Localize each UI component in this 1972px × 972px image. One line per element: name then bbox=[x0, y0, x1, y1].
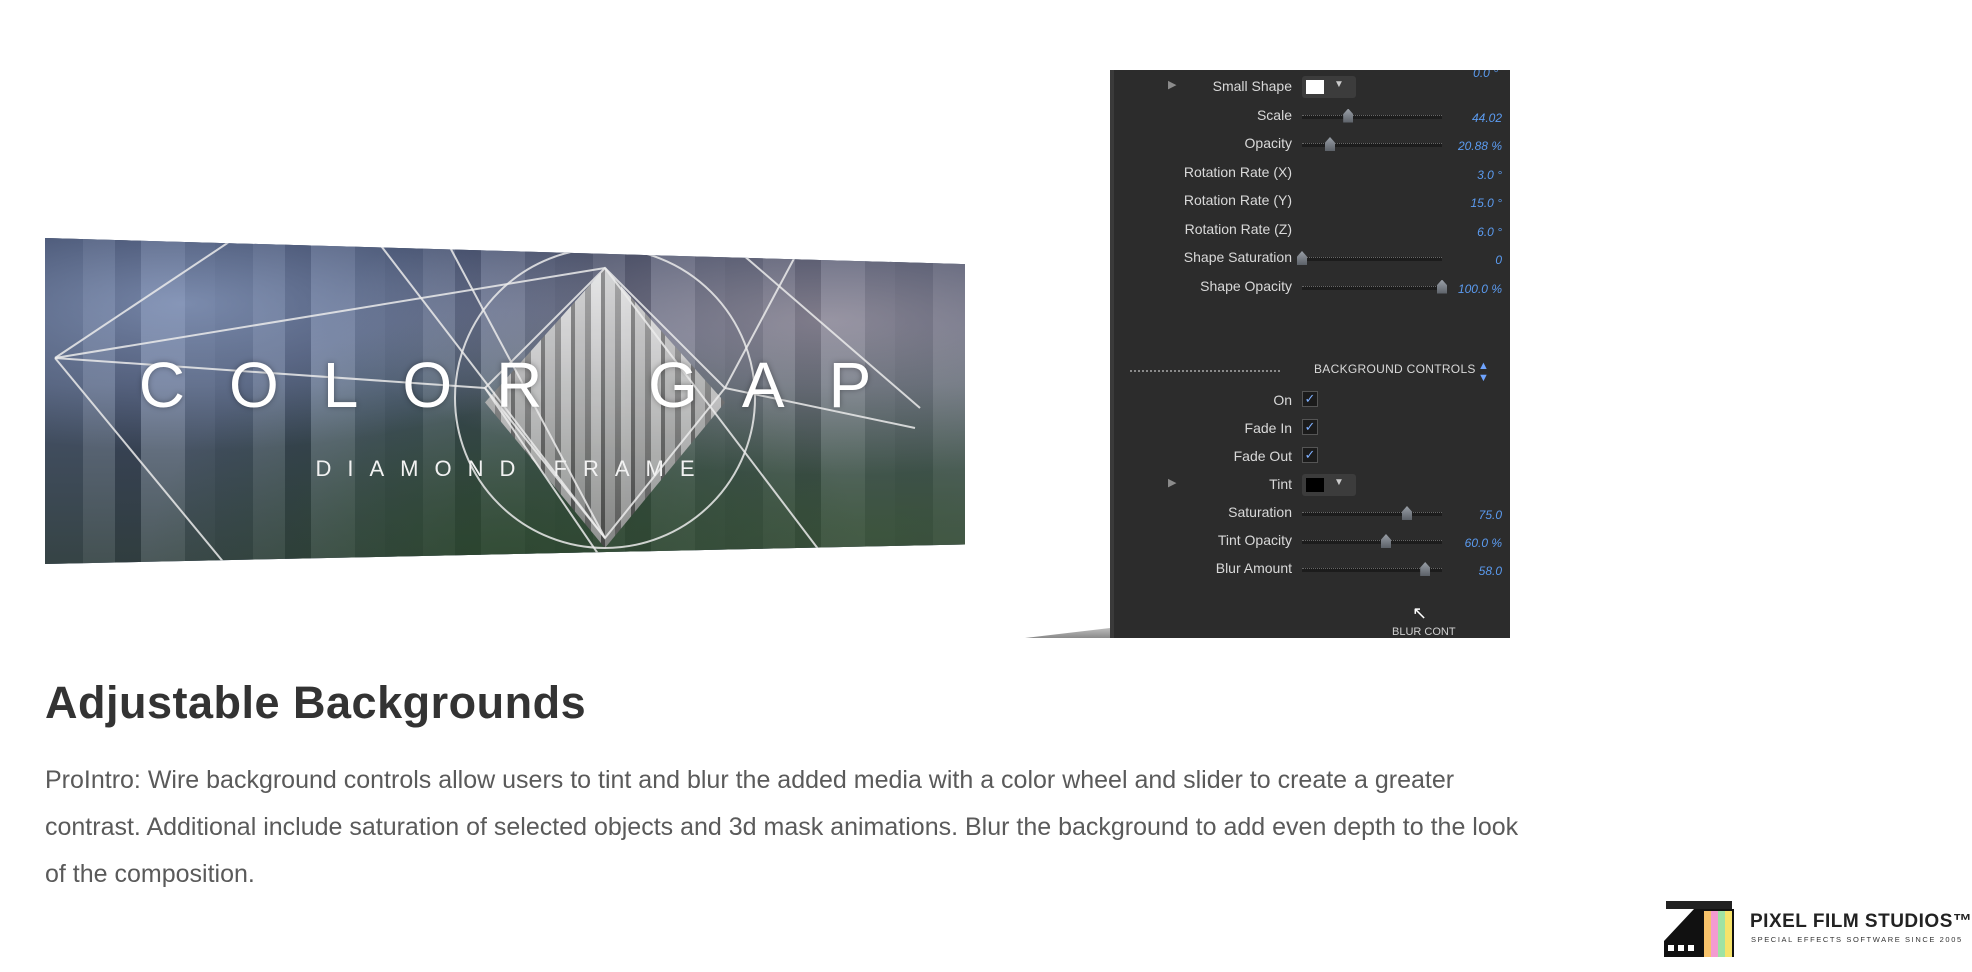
control-row-saturation: Saturation 75.0 bbox=[1114, 500, 1510, 526]
slider-thumb[interactable] bbox=[1325, 137, 1335, 151]
section-description: ProIntro: Wire background controls allow… bbox=[45, 766, 1519, 888]
control-row-shape-opacity: Shape Opacity 100.0 % bbox=[1114, 274, 1510, 300]
preview-title: COLOR GAP bbox=[138, 349, 916, 421]
opacity-slider[interactable] bbox=[1302, 137, 1442, 151]
panel-shadow bbox=[1025, 628, 1110, 638]
section-title: BACKGROUND CONTROLS bbox=[1314, 362, 1476, 376]
scale-value[interactable]: 44.02 bbox=[1472, 111, 1502, 125]
tint-color-well[interactable]: ▼ bbox=[1302, 474, 1356, 496]
control-label: Rotation Rate (Z) bbox=[1184, 220, 1292, 237]
control-row-fade-in: Fade In ✓ bbox=[1114, 416, 1510, 442]
control-label: Fade In bbox=[1244, 420, 1292, 436]
slider-thumb[interactable] bbox=[1343, 108, 1354, 123]
section-divider bbox=[1130, 370, 1280, 372]
control-row-on: On ✓ bbox=[1114, 388, 1510, 414]
opacity-value[interactable]: 20.88 % bbox=[1458, 139, 1502, 153]
tint-opacity-slider[interactable] bbox=[1302, 534, 1442, 548]
control-row-scale: Scale 44.02 bbox=[1114, 103, 1510, 129]
slider-thumb[interactable] bbox=[1297, 251, 1307, 265]
preview-subtitle: DIAMOND FRAME bbox=[315, 456, 711, 481]
control-label: Rotation Rate (X) bbox=[1183, 163, 1292, 180]
clapperboard-icon bbox=[1664, 901, 1734, 957]
control-label: Scale bbox=[1256, 106, 1292, 123]
inspector-panel: 0.0 ° Small Shape ▶ ▼ Scale 44.02 Opacity 20.8… bbox=[1110, 70, 1510, 638]
control-label: Tint Opacity bbox=[1217, 532, 1292, 548]
slider-thumb[interactable] bbox=[1437, 279, 1447, 294]
control-label: Tint bbox=[1269, 476, 1292, 492]
scale-slider[interactable] bbox=[1302, 108, 1442, 123]
mouse-pointer-icon: ↖ bbox=[1412, 603, 1428, 623]
on-checkbox[interactable]: ✓ bbox=[1302, 391, 1318, 407]
shape-opacity-slider[interactable] bbox=[1302, 279, 1447, 294]
shape-opacity-value[interactable]: 100.0 % bbox=[1458, 282, 1502, 296]
chevron-down-icon[interactable]: ▼ bbox=[1334, 79, 1344, 90]
disclosure-triangle-icon[interactable]: ▶ bbox=[1168, 476, 1176, 489]
fade-out-checkbox[interactable]: ✓ bbox=[1302, 447, 1318, 463]
small-shape-color-well[interactable]: ▼ bbox=[1302, 76, 1356, 98]
preview-image: COLOR GAP DIAMOND FRAME bbox=[45, 238, 965, 564]
control-row-tint: Tint ▶ ▼ bbox=[1114, 472, 1510, 498]
tint-opacity-value[interactable]: 60.0 % bbox=[1465, 536, 1502, 550]
logo-tagline: SPECIAL EFFECTS SOFTWARE SINCE 2005 bbox=[1751, 935, 1963, 944]
control-row-shape-saturation: Shape Saturation 0 bbox=[1114, 245, 1510, 271]
rotation-rate-y-value[interactable]: 15.0 ° bbox=[1471, 196, 1503, 210]
logo-name: PIXEL FILM STUDIOS™ bbox=[1750, 911, 1972, 932]
saturation-slider[interactable] bbox=[1302, 506, 1442, 520]
control-label: On bbox=[1273, 392, 1292, 408]
control-label: Saturation bbox=[1228, 504, 1292, 520]
control-row-tint-opacity: Tint Opacity 60.0 % bbox=[1114, 528, 1510, 554]
disclosure-triangle-icon[interactable]: ▶ bbox=[1168, 78, 1176, 91]
up-down-arrows-icon[interactable]: ▲ ▼ bbox=[1478, 360, 1489, 384]
slider-thumb[interactable] bbox=[1420, 562, 1431, 576]
slider-thumb[interactable] bbox=[1381, 534, 1391, 548]
shape-saturation-slider[interactable] bbox=[1297, 251, 1442, 265]
color-swatch bbox=[1306, 478, 1324, 492]
section-heading: Adjustable Backgrounds bbox=[45, 677, 587, 728]
control-label: Fade Out bbox=[1233, 448, 1292, 464]
fade-in-checkbox[interactable]: ✓ bbox=[1302, 419, 1318, 435]
control-row-opacity: Opacity 20.88 % bbox=[1114, 131, 1510, 157]
control-label: Small Shape bbox=[1212, 78, 1292, 94]
control-row-small-shape: Small Shape ▶ ▼ bbox=[1114, 74, 1510, 100]
rotation-rate-z-value[interactable]: 6.0 ° bbox=[1477, 225, 1502, 239]
control-row-blur-amount: Blur Amount 58.0 bbox=[1114, 556, 1510, 582]
control-row-fade-out: Fade Out ✓ bbox=[1114, 444, 1510, 470]
shape-saturation-value[interactable]: 0 bbox=[1495, 253, 1502, 267]
background-controls-header[interactable]: BACKGROUND CONTROLS ▲ ▼ bbox=[1130, 360, 1500, 384]
control-label: Shape Opacity bbox=[1200, 277, 1292, 294]
blur-amount-slider[interactable] bbox=[1302, 562, 1442, 576]
control-row-rotation-rate-y: Rotation Rate (Y) 15.0 ° bbox=[1114, 188, 1510, 214]
cut-off-section-title: BLUR CONT bbox=[1392, 626, 1456, 638]
rotation-rate-x-value[interactable]: 3.0 ° bbox=[1477, 168, 1502, 182]
saturation-value[interactable]: 75.0 bbox=[1479, 508, 1502, 522]
pixel-film-studios-logo[interactable]: PIXEL FILM STUDIOS™ SPECIAL EFFECTS SOFT… bbox=[1664, 901, 1972, 957]
blur-amount-value[interactable]: 58.0 bbox=[1479, 564, 1502, 578]
control-label: Shape Saturation bbox=[1183, 249, 1292, 265]
control-label: Blur Amount bbox=[1215, 560, 1292, 576]
color-swatch bbox=[1306, 80, 1324, 94]
control-label: Opacity bbox=[1244, 135, 1292, 151]
slider-thumb[interactable] bbox=[1402, 506, 1412, 520]
control-row-rotation-rate-x: Rotation Rate (X) 3.0 ° bbox=[1114, 160, 1510, 186]
chevron-down-icon[interactable]: ▼ bbox=[1334, 477, 1344, 488]
control-row-rotation-rate-z: Rotation Rate (Z) 6.0 ° bbox=[1114, 217, 1510, 243]
control-label: Rotation Rate (Y) bbox=[1183, 192, 1292, 208]
